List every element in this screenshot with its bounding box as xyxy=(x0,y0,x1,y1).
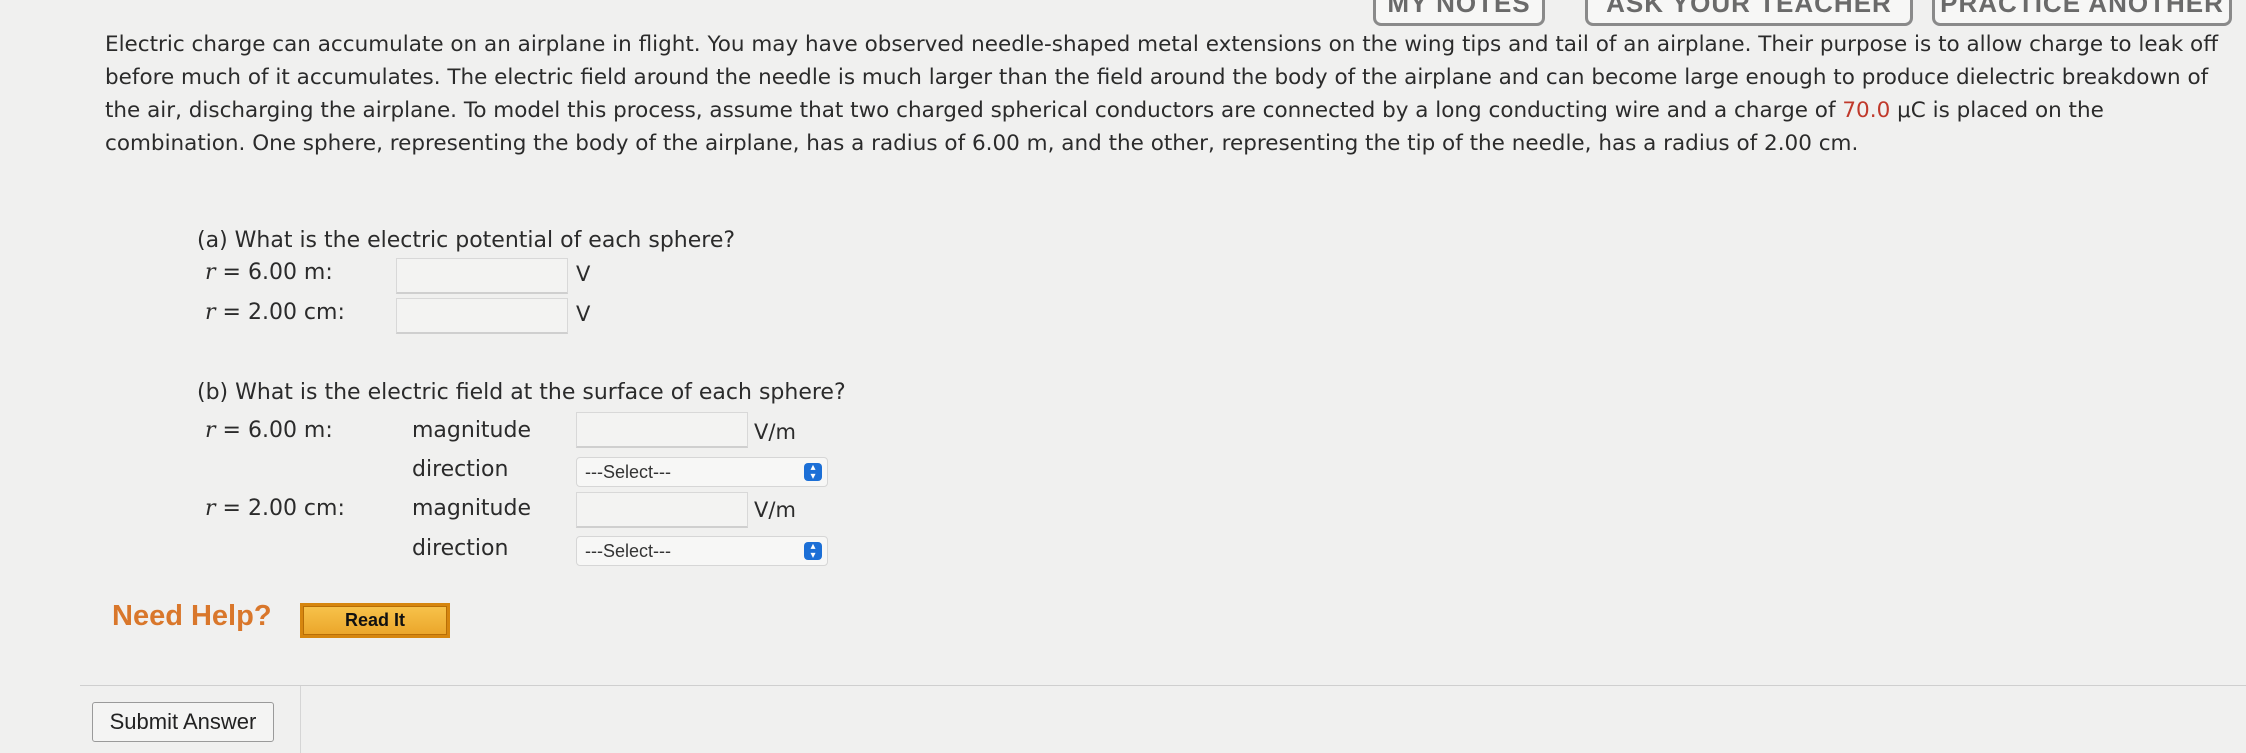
part-b-question: (b) What is the electric field at the su… xyxy=(197,380,846,405)
part-a-row2-label: r = 2.00 cm: xyxy=(205,300,345,325)
need-help-label: Need Help? xyxy=(112,600,272,632)
part-b-row2-unit: V/m xyxy=(754,498,796,522)
part-a-potential-2cm-input[interactable] xyxy=(396,298,568,334)
part-a-row2-unit: V xyxy=(576,302,591,326)
select-chevron-icon: ▴ ▾ xyxy=(804,542,822,561)
part-b-field-6m-direction-select[interactable]: ---Select--- ▴ ▾ xyxy=(576,457,828,487)
part-a-question: (a) What is the electric potential of ea… xyxy=(197,228,736,253)
part-b-field-2cm-magnitude-input[interactable] xyxy=(576,492,748,528)
part-b-row1-direction-label: direction xyxy=(412,457,509,482)
part-a-row1-unit: V xyxy=(576,262,591,286)
part-b-row2-magnitude-label: magnitude xyxy=(412,496,532,521)
charge-value: 70.0 xyxy=(1842,98,1891,123)
part-a-row1-label: r = 6.00 m: xyxy=(205,260,333,285)
part-a-potential-6m-input[interactable] xyxy=(396,258,568,294)
problem-statement: Electric charge can accumulate on an air… xyxy=(105,28,2225,160)
part-b-row2-label: r = 2.00 cm: xyxy=(205,496,345,521)
ask-your-teacher-button[interactable]: ASK YOUR TEACHER xyxy=(1585,0,1913,26)
practice-another-button[interactable]: PRACTICE ANOTHER xyxy=(1932,0,2232,26)
part-b-field-2cm-direction-select[interactable]: ---Select--- ▴ ▾ xyxy=(576,536,828,566)
part-b-field-6m-magnitude-input[interactable] xyxy=(576,412,748,448)
divider-vertical xyxy=(300,686,301,753)
part-b-row1-unit: V/m xyxy=(754,420,796,444)
my-notes-button[interactable]: MY NOTES xyxy=(1373,0,1545,26)
part-b-row1-label: r = 6.00 m: xyxy=(205,418,333,443)
submit-answer-button[interactable]: Submit Answer xyxy=(92,702,274,742)
select-chevron-icon: ▴ ▾ xyxy=(804,463,822,482)
part-b-row2-direction-label: direction xyxy=(412,536,509,561)
part-b-row1-magnitude-label: magnitude xyxy=(412,418,532,443)
divider xyxy=(80,685,2246,686)
read-it-button[interactable]: Read It xyxy=(300,603,450,638)
